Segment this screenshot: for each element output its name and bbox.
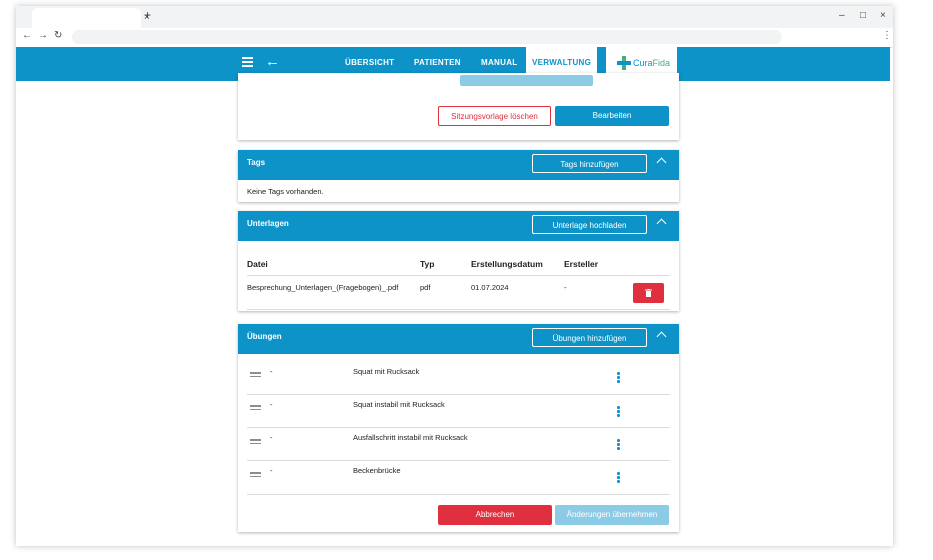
column-header-date: Erstellungsdatum <box>471 259 543 269</box>
exercise-prefix: - <box>270 400 273 409</box>
list-divider <box>247 427 670 428</box>
nav-patienten[interactable]: PATIENTEN <box>414 58 461 67</box>
exercise-name: Beckenbrücke <box>353 466 401 475</box>
drag-handle-icon[interactable] <box>250 439 261 446</box>
column-header-creator: Ersteller <box>564 259 599 269</box>
exercise-prefix: - <box>270 367 273 376</box>
add-exercises-button[interactable]: Übungen hinzufügen <box>532 328 647 347</box>
exercises-header: Übungen Übungen hinzufügen <box>238 324 679 354</box>
column-header-file: Datei <box>247 259 268 269</box>
exercise-name: Squat instabil mit Rucksack <box>353 400 445 409</box>
apply-changes-button[interactable]: Änderungen übernehmen <box>555 505 669 525</box>
documents-card: Unterlagen Unterlage hochladen Datei Typ… <box>238 211 679 311</box>
no-tags-text: Keine Tags vorhanden. <box>247 187 324 196</box>
exercise-prefix: - <box>270 433 273 442</box>
nav-uebersicht[interactable]: ÜBERSICHT <box>345 58 394 67</box>
collapse-chevron-icon[interactable] <box>656 157 667 168</box>
tags-title: Tags <box>247 158 266 167</box>
reload-icon[interactable]: ↻ <box>54 30 62 41</box>
new-tab-icon[interactable]: + <box>144 8 151 22</box>
url-field[interactable] <box>72 30 782 44</box>
more-options-icon[interactable] <box>617 406 620 418</box>
list-divider <box>247 460 670 461</box>
delete-session-template-button[interactable]: Sitzungsvorlage löschen <box>438 106 551 126</box>
exercise-name: Squat mit Rucksack <box>353 367 420 376</box>
maximize-icon[interactable]: □ <box>860 10 866 21</box>
back-icon[interactable]: ← <box>22 30 32 41</box>
logo-cross-icon <box>617 56 631 70</box>
address-bar: ← → ↻ ⋮ <box>16 28 893 48</box>
exercise-name: Ausfallschritt instabil mit Rucksack <box>353 433 468 442</box>
trash-icon <box>645 289 652 297</box>
more-options-icon[interactable] <box>617 372 620 384</box>
logo-text-cura: Cura <box>633 58 653 68</box>
column-header-type: Typ <box>420 259 435 269</box>
main-content: Sitzungsvorlage löschen Bearbeiten Tags … <box>16 73 890 546</box>
list-divider <box>247 494 670 495</box>
more-options-icon[interactable] <box>617 472 620 484</box>
edit-button[interactable]: Bearbeiten <box>555 106 669 126</box>
upload-document-button[interactable]: Unterlage hochladen <box>532 215 647 234</box>
window-close-icon[interactable]: × <box>880 10 886 21</box>
session-card: Sitzungsvorlage löschen Bearbeiten <box>238 73 679 140</box>
back-arrow-icon[interactable]: ← <box>265 53 280 70</box>
table-divider <box>247 275 670 276</box>
tags-header: Tags Tags hinzufügen <box>238 150 679 180</box>
exercises-title: Übungen <box>247 332 282 341</box>
tab-strip: × + – □ × <box>16 6 893 28</box>
tags-card: Tags Tags hinzufügen Keine Tags vorhande… <box>238 150 679 202</box>
logo-text-fida: Fida <box>652 58 671 68</box>
collapse-chevron-icon[interactable] <box>656 331 667 342</box>
cancel-button[interactable]: Abbrechen <box>438 505 552 525</box>
file-name-cell[interactable]: Besprechung_Unterlagen_(Fragebogen)_.pdf <box>247 283 398 292</box>
table-divider <box>247 309 670 310</box>
delete-document-button[interactable] <box>633 283 664 303</box>
drag-handle-icon[interactable] <box>250 472 261 479</box>
add-tags-button[interactable]: Tags hinzufügen <box>532 154 647 173</box>
file-date-cell: 01.07.2024 <box>471 283 509 292</box>
list-divider <box>247 394 670 395</box>
hamburger-icon[interactable] <box>242 57 253 69</box>
scrolled-button-remnant <box>460 75 593 86</box>
more-options-icon[interactable] <box>617 439 620 451</box>
minimize-icon[interactable]: – <box>839 10 845 21</box>
browser-window: × + – □ × ← → ↻ ⋮ ← ÜBERSICHT PATIENTEN … <box>16 6 893 546</box>
exercises-card: Übungen Übungen hinzufügen - Squat mit R… <box>238 324 679 532</box>
drag-handle-icon[interactable] <box>250 372 261 379</box>
browser-menu-icon[interactable]: ⋮ <box>882 30 892 41</box>
collapse-chevron-icon[interactable] <box>656 218 667 229</box>
nav-manual[interactable]: MANUAL <box>481 58 517 67</box>
documents-title: Unterlagen <box>247 219 289 228</box>
browser-tab[interactable]: × <box>32 8 150 28</box>
drag-handle-icon[interactable] <box>250 405 261 412</box>
file-creator-cell: - <box>564 283 567 292</box>
exercise-prefix: - <box>270 466 273 475</box>
documents-header: Unterlagen Unterlage hochladen <box>238 211 679 241</box>
file-type-cell: pdf <box>420 283 431 292</box>
forward-icon[interactable]: → <box>38 30 48 41</box>
